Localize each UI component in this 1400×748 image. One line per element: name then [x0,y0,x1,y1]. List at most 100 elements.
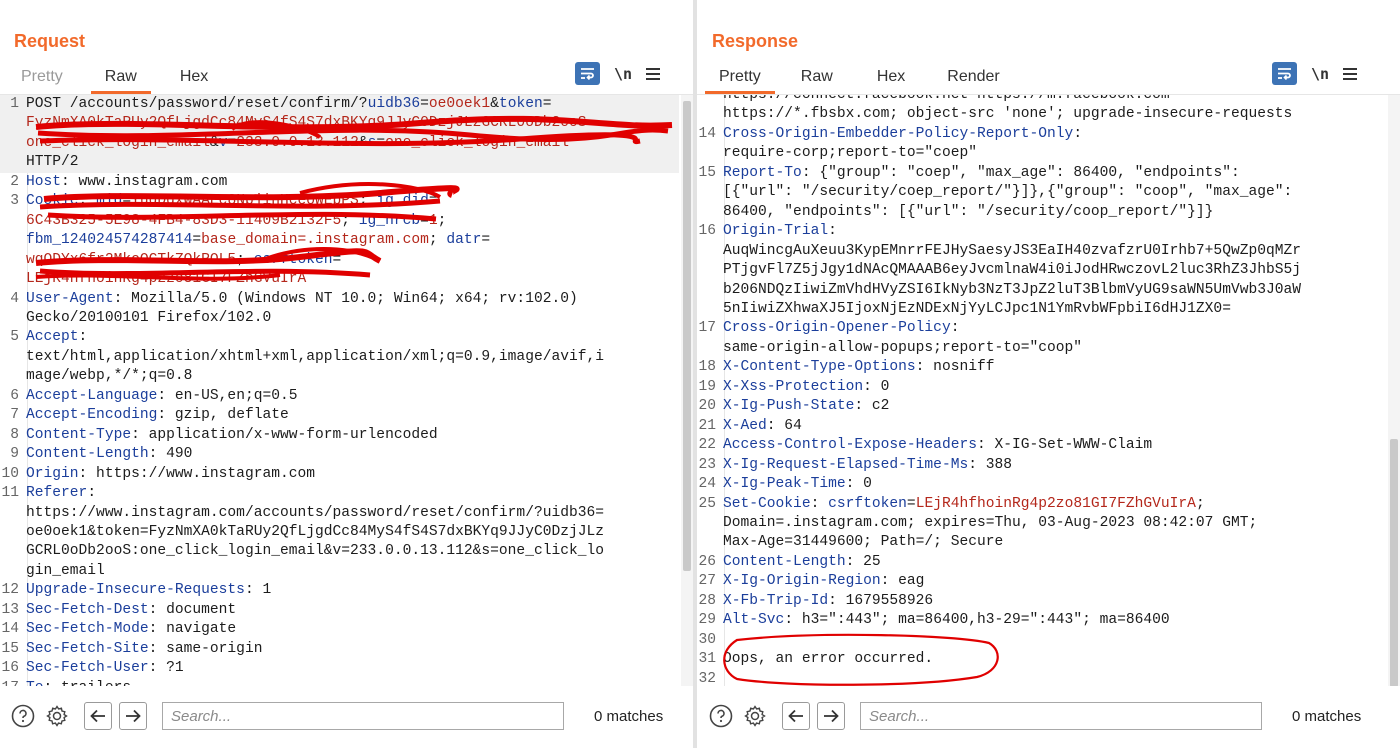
header-name: Origin [26,465,79,482]
code-text: Domain=.instagram.com; expires=Thu, 03-A… [723,514,1258,531]
code-text: ; [236,251,254,268]
tab-request-raw[interactable]: Raw [90,66,151,94]
code-text: : 388 [968,456,1013,473]
line-content: X-Aed: 64 [723,417,802,436]
header-name: Te [26,680,44,686]
tab-request-pretty[interactable]: Pretty [21,66,63,92]
code-text: : https://www.instagram.com [78,465,316,482]
param-value: base_domain=.instagram.com [201,232,429,249]
code-line: 5nIiwiZXhwaXJ5IjoxNjEzNDExNjYyLCJpc1N1Ym… [697,300,1386,319]
code-line: 6 Accept-Language: en-US,en;q=0.5 [0,387,679,406]
show-newlines-icon[interactable]: \n [614,65,632,83]
code-line: 22 Access-Control-Expose-Headers: X-IG-Se… [697,436,1386,455]
request-search-input[interactable] [171,707,563,725]
code-text: ; [341,212,359,229]
wrap-lines-icon[interactable] [1272,62,1297,85]
line-content: 5nIiwiZXhwaXJ5IjoxNjEzNDExNjYyLCJpc1N1Ym… [723,300,1231,319]
header-name: Accept [26,329,79,346]
line-number: 13 [1,601,19,618]
code-text: same-origin-allow-popups;report-to="coop… [723,339,1083,356]
code-line: 7 Accept-Encoding: gzip, deflate [0,406,679,425]
arrow-left-icon[interactable] [84,702,112,730]
tab-response-pretty[interactable]: Pretty [705,66,775,94]
tab-request-hex[interactable]: Hex [180,66,208,92]
request-match-count: 0 matches [594,707,664,725]
help-icon[interactable] [10,703,36,729]
arrow-left-icon[interactable] [782,702,810,730]
param-name: token [498,96,543,112]
line-number [697,300,723,319]
param-value: 233.0.0.13.112 [236,134,359,151]
header-name: X-Fb-Trip-Id [723,592,829,609]
header-name: Content-Length [723,553,846,570]
code-line: [{"url": "/security/coep_report/"}]},{"g… [697,183,1386,202]
line-number [697,281,723,300]
line-number: 30 [698,631,716,648]
param-value: LEjR4hfhoinRg4p2zo81GI7FZhGVuIrA [26,271,307,288]
header-name: X-Ig-Peak-Time [723,476,846,493]
line-number: 23 [698,456,716,473]
code-line: https://connect.facebook.net https://m.f… [697,95,1386,105]
line-content: X-Xss-Protection: 0 [723,378,889,397]
line-number: 1 [10,96,19,112]
request-scrollbar[interactable] [681,95,693,686]
code-text: : 0 [863,378,890,395]
header-name: X-Ig-Request-Elapsed-Time-Ms [723,456,969,473]
tab-response-raw[interactable]: Raw [801,66,833,92]
tab-response-hex[interactable]: Hex [877,66,905,92]
code-text: ; [428,232,447,249]
line-number: 17 [698,320,716,337]
code-line: Max-Age=31449600; Path=/; Secure [697,533,1386,552]
code-text: : application/x-www-form-urlencoded [131,426,438,443]
code-line: 28 X-Fb-Trip-Id: 1679558926 [697,592,1386,611]
param-value: oe0oek1 [428,96,491,112]
code-text: AuqWincgAuXeuu3KypEMnrrFEJHySaesyJS3EaIH… [723,242,1302,259]
code-text: : document [148,601,237,618]
tab-response-render[interactable]: Render [947,66,999,92]
gear-icon[interactable] [742,703,768,729]
response-editor[interactable]: https://connect.facebook.net https://m.f… [697,94,1400,686]
code-text: PTjgvFl7Z5jJgy1dNAcQMAAAB6eyJvcmlnaW4i0i… [723,262,1302,279]
code-line: 21 X-Aed: 64 [697,417,1386,436]
wrap-lines-icon[interactable] [575,62,600,85]
response-search-bar: 0 matches [697,690,1400,742]
request-pane: Request Pretty Raw Hex \n 1 POST /account… [0,0,693,748]
code-line: Gecko/20100101 Firefox/102.0 [0,309,679,328]
header-name: User-Agent [26,290,114,307]
line-number: 6 [10,387,19,404]
line-number: 4 [10,290,19,307]
code-line: 30 [697,631,1386,650]
code-text: : 64 [766,417,802,434]
arrow-right-icon[interactable] [119,702,147,730]
code-line: 4 User-Agent: Mozilla/5.0 (Windows NT 10.… [0,290,679,309]
response-tabs: Pretty Raw Hex Render [705,66,1000,94]
help-icon[interactable] [708,703,734,729]
request-editor[interactable]: 1 POST /accounts/password/reset/confirm/?… [0,94,693,686]
code-text: require-corp;report-to="coep" [723,145,977,162]
code-line: https://*.fbsbx.com; object-src 'none'; … [697,105,1386,124]
code-line: b206NDQzIiwiZmVhdHVyZSI6IkNyb3NzT3JpZ2lu… [697,281,1386,300]
code-line: 17 Cross-Origin-Opener-Policy: [697,319,1386,338]
code-text: Gecko/20100101 Firefox/102.0 [26,309,272,326]
header-name: Sec-Fetch-Dest [26,601,149,618]
show-newlines-icon[interactable]: \n [1311,65,1329,83]
arrow-right-icon[interactable] [817,702,845,730]
code-line: 32 [697,670,1386,686]
code-text: : trailers [44,680,132,686]
header-name: Cookie [26,193,79,210]
line-content: Access-Control-Expose-Headers: X-IG-Set-… [723,436,1152,455]
code-line: 1 POST /accounts/password/reset/confirm/?… [0,95,679,115]
response-title: Response [712,31,799,51]
response-scrollbar[interactable] [1388,95,1400,686]
hamburger-menu-icon[interactable] [646,67,661,80]
header-name: Sec-Fetch-Site [26,640,149,657]
response-pane: Response Pretty Raw Hex Render \n https:… [697,0,1400,748]
line-content: Sec-Fetch-Dest: document [26,601,236,620]
param-name: fbm_124024574287414 [26,232,193,249]
hamburger-menu-icon[interactable] [1343,67,1358,80]
line-content: Accept-Encoding: gzip, deflate [26,406,289,425]
code-text: = [481,232,491,249]
response-search-input[interactable] [869,707,1261,725]
code-line: 16 Sec-Fetch-User: ?1 [0,659,679,678]
gear-icon[interactable] [44,703,70,729]
